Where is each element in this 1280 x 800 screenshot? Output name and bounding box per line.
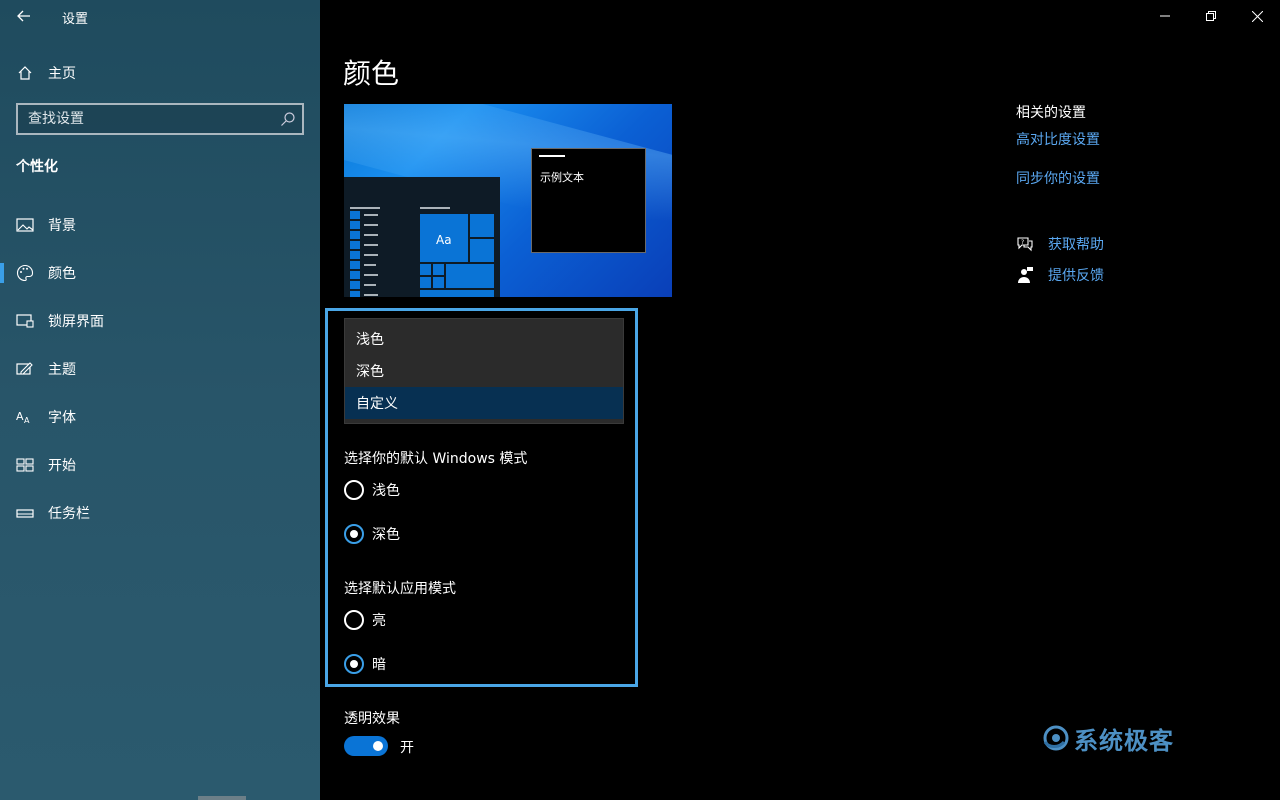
- transparency-label: 透明效果: [344, 711, 400, 727]
- radio-circle[interactable]: [344, 610, 364, 630]
- theme-preview: Aa 示例文本: [344, 104, 672, 297]
- title-bar: 设置: [0, 0, 320, 32]
- sidebar: 设置 主页 个性化 背景 颜色 锁屏界面 主题: [0, 0, 320, 800]
- radio-label: 亮: [372, 613, 386, 629]
- watermark-swirl-icon: [1043, 725, 1069, 751]
- sidebar-item-label: 背景: [48, 218, 76, 234]
- radio-label: 深色: [372, 527, 400, 543]
- svg-text:?: ?: [1021, 239, 1024, 246]
- theme-brush-icon: [16, 360, 34, 378]
- get-help-link[interactable]: 获取帮助: [1048, 234, 1104, 254]
- sidebar-item-label: 颜色: [48, 266, 76, 282]
- feedback-link[interactable]: 提供反馈: [1048, 265, 1104, 285]
- home-icon: [16, 64, 34, 82]
- back-arrow-icon: [17, 10, 30, 22]
- sidebar-item-themes[interactable]: 主题: [0, 349, 320, 389]
- feedback-item[interactable]: 提供反馈: [1016, 265, 1104, 285]
- close-button[interactable]: [1234, 0, 1280, 32]
- preview-start-menu: Aa: [344, 177, 500, 297]
- palette-icon: [16, 264, 34, 282]
- sidebar-item-taskbar[interactable]: 任务栏: [0, 493, 320, 533]
- windows-mode-label: 选择你的默认 Windows 模式: [344, 451, 528, 467]
- start-icon: [16, 456, 34, 474]
- sidebar-item-lock-screen[interactable]: 锁屏界面: [0, 301, 320, 341]
- high-contrast-link[interactable]: 高对比度设置: [1016, 129, 1100, 149]
- sidebar-item-label: 主页: [48, 66, 76, 82]
- lock-screen-icon: [16, 312, 34, 330]
- svg-text:A: A: [24, 416, 30, 425]
- watermark-logo: 系统极客: [1042, 722, 1174, 755]
- sidebar-item-home[interactable]: 主页: [0, 53, 320, 93]
- watermark-text: 系统极客: [1074, 726, 1174, 755]
- dropdown-option-light[interactable]: 浅色: [345, 323, 623, 355]
- sidebar-item-start[interactable]: 开始: [0, 445, 320, 485]
- svg-text:A: A: [16, 410, 24, 423]
- restore-button[interactable]: [1188, 0, 1234, 32]
- page-title: 颜色: [343, 57, 400, 90]
- toggle-state-label: 开: [400, 740, 414, 756]
- radio-label: 暗: [372, 657, 386, 673]
- radio-label: 浅色: [372, 483, 400, 499]
- preview-tile-text: Aa: [436, 233, 452, 247]
- app-title: 设置: [62, 12, 89, 27]
- radio-circle-checked[interactable]: [344, 524, 364, 544]
- radio-circle[interactable]: [344, 480, 364, 500]
- search-box[interactable]: [16, 103, 304, 135]
- search-icon[interactable]: [280, 111, 296, 127]
- sidebar-item-label: 锁屏界面: [48, 314, 104, 330]
- preview-window: 示例文本: [531, 148, 646, 253]
- sidebar-item-label: 主题: [48, 362, 76, 378]
- windows-mode-dark-radio[interactable]: 深色: [344, 524, 400, 544]
- sidebar-item-label: 字体: [48, 410, 76, 426]
- sidebar-item-label: 任务栏: [48, 506, 90, 522]
- app-mode-light-radio[interactable]: 亮: [344, 610, 386, 630]
- start-menu-tiles: [350, 207, 494, 297]
- color-mode-dropdown[interactable]: 浅色 深色 自定义: [344, 318, 624, 424]
- close-icon: [1251, 10, 1263, 22]
- sidebar-item-label: 开始: [48, 458, 76, 474]
- sidebar-item-colors[interactable]: 颜色: [0, 253, 320, 293]
- font-icon: AA: [16, 408, 34, 426]
- taskbar-icon: [16, 504, 34, 522]
- radio-circle-checked[interactable]: [344, 654, 364, 674]
- transparency-toggle[interactable]: [344, 736, 388, 756]
- dropdown-option-dark[interactable]: 深色: [345, 355, 623, 387]
- sidebar-item-fonts[interactable]: AA 字体: [0, 397, 320, 437]
- related-settings-title: 相关的设置: [1016, 105, 1086, 121]
- sync-settings-link[interactable]: 同步你的设置: [1016, 168, 1100, 188]
- get-help-item[interactable]: ? 获取帮助: [1016, 234, 1104, 254]
- feedback-icon: [1016, 266, 1034, 284]
- section-title: 个性化: [16, 159, 58, 175]
- app-mode-dark-radio[interactable]: 暗: [344, 654, 386, 674]
- preview-sample-text: 示例文本: [540, 171, 584, 184]
- minimize-icon: [1160, 15, 1170, 17]
- search-input[interactable]: [18, 105, 273, 133]
- app-mode-label: 选择默认应用模式: [344, 581, 456, 597]
- help-chat-icon: ?: [1016, 235, 1034, 253]
- minimize-button[interactable]: [1142, 0, 1188, 32]
- dropdown-option-custom[interactable]: 自定义: [345, 387, 623, 419]
- sidebar-item-background[interactable]: 背景: [0, 205, 320, 245]
- picture-icon: [16, 216, 34, 234]
- scrollbar-thumb[interactable]: [198, 796, 246, 800]
- restore-icon: [1206, 11, 1216, 21]
- back-button[interactable]: [10, 4, 38, 28]
- windows-mode-light-radio[interactable]: 浅色: [344, 480, 400, 500]
